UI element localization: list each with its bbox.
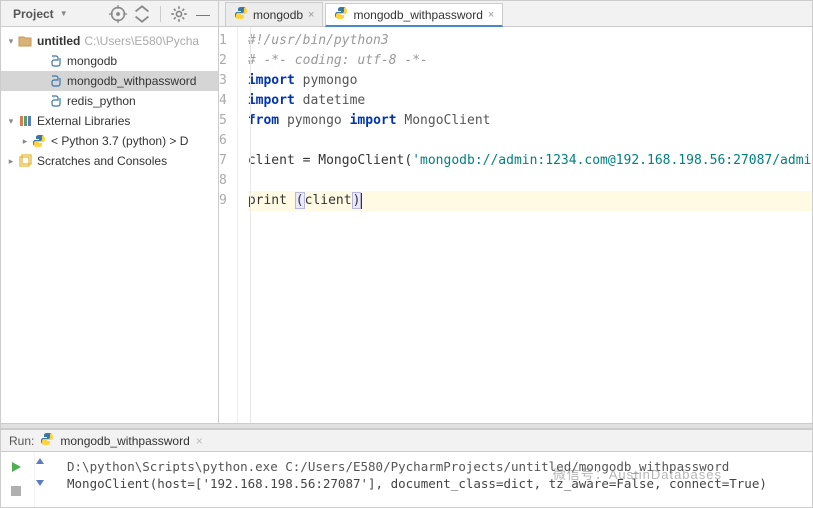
code-text: # -*- coding: utf-8 -*- xyxy=(248,53,428,68)
project-tree: ▾ untitled C:\Users\E580\Pycha mongodb m… xyxy=(1,27,218,423)
file-label: mongodb xyxy=(67,54,117,68)
close-icon[interactable]: × xyxy=(196,434,203,448)
python-file-icon xyxy=(234,6,248,23)
expand-arrow-icon[interactable]: ▸ xyxy=(5,156,17,167)
code-text: #!/usr/bin/python3 xyxy=(248,33,389,48)
code-text: print xyxy=(248,193,295,208)
rerun-button[interactable] xyxy=(1,456,31,478)
down-icon[interactable] xyxy=(35,476,57,494)
file-redis-python[interactable]: redis_python xyxy=(1,91,218,111)
scratches-and-consoles[interactable]: ▸ Scratches and Consoles xyxy=(1,151,218,171)
code-text: ( xyxy=(295,192,305,209)
line-number: 3 xyxy=(219,71,227,91)
code-text: import xyxy=(248,93,295,108)
tab-mongodb-withpassword[interactable]: mongodb_withpassword × xyxy=(325,3,503,27)
code-text: pymongo xyxy=(303,73,358,88)
libraries-icon xyxy=(17,113,33,129)
tab-mongodb[interactable]: mongodb × xyxy=(225,2,323,26)
code-text: datetime xyxy=(303,93,366,108)
tab-label: mongodb_withpassword xyxy=(353,8,482,22)
python-icon xyxy=(31,133,47,149)
line-number: 8 xyxy=(219,171,227,191)
code-text: pymongo xyxy=(287,113,342,128)
line-number: 1 xyxy=(219,31,227,51)
console-line: D:\python\Scripts\python.exe C:/Users/E5… xyxy=(67,458,802,475)
external-libs-label: External Libraries xyxy=(37,114,130,128)
expand-arrow-icon[interactable]: ▾ xyxy=(5,116,17,127)
file-mongodb[interactable]: mongodb xyxy=(1,51,218,71)
code-text: client = MongoClient( xyxy=(248,153,412,168)
collapse-icon[interactable] xyxy=(133,5,151,23)
line-number: 9 xyxy=(219,191,227,211)
run-nav-toolbar xyxy=(35,452,57,507)
line-number: 7 xyxy=(219,151,227,171)
console-output[interactable]: D:\python\Scripts\python.exe C:/Users/E5… xyxy=(57,452,812,507)
separator xyxy=(160,6,161,22)
python-file-icon xyxy=(47,73,63,89)
run-toolbar xyxy=(1,452,35,507)
external-libraries[interactable]: ▾ External Libraries xyxy=(1,111,218,131)
close-icon[interactable]: × xyxy=(488,9,494,21)
code-text: import xyxy=(350,113,397,128)
code-text: 'mongodb://admin:1234.com@192.168.198.56… xyxy=(412,153,812,168)
code-editor[interactable]: 1 2 3 4 5 6 7 8 9 #!/usr/bin/python3 # -… xyxy=(219,27,812,423)
console-line: MongoClient(host=['192.168.198.56:27087'… xyxy=(67,475,802,492)
python-env-label: < Python 3.7 (python) > D xyxy=(51,134,188,148)
folder-icon xyxy=(17,33,33,49)
indent-guide xyxy=(250,27,251,423)
project-panel-header: Project ▼ — xyxy=(1,1,218,27)
python-file-icon xyxy=(334,6,348,23)
line-number: 4 xyxy=(219,91,227,111)
line-number: 6 xyxy=(219,131,227,151)
gear-icon[interactable] xyxy=(170,5,188,23)
project-root-name: untitled xyxy=(37,34,80,48)
scratches-icon xyxy=(17,153,33,169)
code-text: MongoClient xyxy=(404,113,490,128)
tab-label: mongodb xyxy=(253,8,303,22)
expand-arrow-icon[interactable]: ▸ xyxy=(19,136,31,147)
up-icon[interactable] xyxy=(35,456,57,474)
run-config-name[interactable]: mongodb_withpassword xyxy=(60,434,189,448)
file-mongodb-withpassword[interactable]: mongodb_withpassword xyxy=(1,71,218,91)
file-label: redis_python xyxy=(67,94,136,108)
python-file-icon xyxy=(47,53,63,69)
project-root-folder[interactable]: ▾ untitled C:\Users\E580\Pycha xyxy=(1,31,218,51)
file-label: mongodb_withpassword xyxy=(67,74,196,88)
python-env[interactable]: ▸ < Python 3.7 (python) > D xyxy=(1,131,218,151)
project-dropdown-icon[interactable]: ▼ xyxy=(60,9,68,18)
code-text: ) xyxy=(352,192,362,209)
stop-button[interactable] xyxy=(1,480,31,502)
project-root-path: C:\Users\E580\Pycha xyxy=(84,34,199,48)
python-file-icon xyxy=(47,93,63,109)
caret xyxy=(361,193,362,209)
editor-tabs: mongodb × mongodb_withpassword × xyxy=(219,1,812,27)
run-panel-header: Run: mongodb_withpassword × xyxy=(1,430,812,452)
code-area[interactable]: #!/usr/bin/python3 # -*- coding: utf-8 -… xyxy=(238,27,812,423)
line-number: 2 xyxy=(219,51,227,71)
line-number: 5 xyxy=(219,111,227,131)
hide-icon[interactable]: — xyxy=(194,5,212,23)
code-text: import xyxy=(248,73,295,88)
run-title: Run: xyxy=(9,434,34,448)
target-icon[interactable] xyxy=(109,5,127,23)
scratches-label: Scratches and Consoles xyxy=(37,154,167,168)
line-gutter: 1 2 3 4 5 6 7 8 9 xyxy=(219,27,238,423)
project-panel-title: Project xyxy=(13,7,54,21)
code-text: from xyxy=(248,113,279,128)
python-file-icon xyxy=(40,432,54,449)
code-text: client xyxy=(305,193,352,208)
expand-arrow-icon[interactable]: ▾ xyxy=(5,36,17,47)
close-icon[interactable]: × xyxy=(308,9,314,21)
